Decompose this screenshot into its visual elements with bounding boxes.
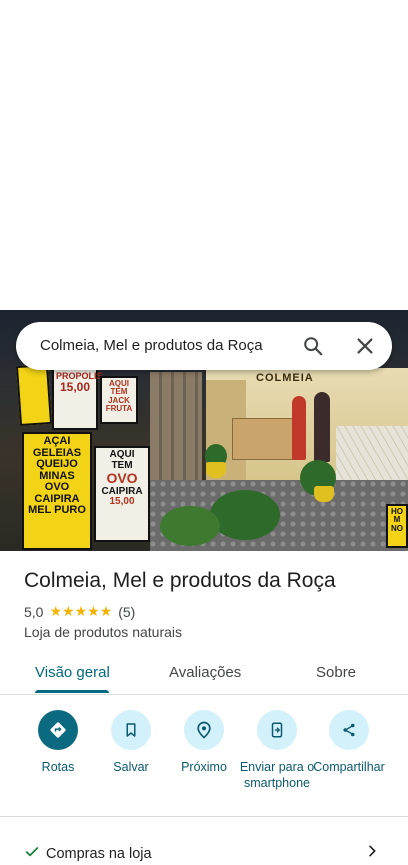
nearby-icon — [184, 710, 224, 750]
share-button[interactable]: Compartilhar — [309, 710, 389, 775]
active-tab-indicator — [35, 690, 109, 693]
directions-label: Rotas — [41, 760, 75, 774]
share-icon — [329, 710, 369, 750]
review-count[interactable]: (5) — [118, 604, 135, 620]
plant — [210, 490, 280, 540]
sign-propolis: PROPOLIS 15,00 — [52, 368, 103, 430]
tabs-divider — [0, 694, 408, 695]
bookmark-icon — [111, 710, 151, 750]
sign-jack: AQUI TEM JACK FRUTA — [100, 376, 138, 424]
flower-pot — [314, 486, 334, 502]
sign-bee — [15, 363, 53, 427]
close-icon[interactable] — [354, 335, 376, 357]
actions-divider — [0, 816, 408, 817]
send-to-phone-button[interactable]: Enviar para o smartphone — [237, 710, 317, 791]
place-title: Colmeia, Mel e produtos da Roça — [24, 569, 336, 592]
rating-row[interactable]: 5,0 ★★★★★ (5) — [24, 603, 135, 620]
plant — [160, 506, 220, 546]
search-input[interactable]: Colmeia, Mel e produtos da Roça — [40, 337, 263, 354]
shop-counter — [232, 418, 296, 460]
check-icon — [24, 844, 40, 864]
send-to-phone-label: Enviar para o smartphone — [239, 760, 315, 790]
star-rating-icon: ★★★★★ — [49, 603, 113, 619]
person — [314, 392, 330, 462]
search-bar[interactable]: Colmeia, Mel e produtos da Roça — [16, 322, 392, 370]
directions-icon — [38, 710, 78, 750]
sign-corner: HO M NO — [386, 504, 408, 548]
send-to-phone-icon — [257, 710, 297, 750]
tab-overview[interactable]: Visão geral — [35, 664, 110, 681]
share-label: Compartilhar — [313, 760, 385, 774]
place-category[interactable]: Loja de produtos naturais — [24, 624, 182, 640]
tab-reviews[interactable]: Avaliações — [169, 664, 241, 681]
save-button[interactable]: Salvar — [91, 710, 171, 775]
shop-name-sign: COLMEIA — [256, 372, 314, 384]
sign-eggs: AQUI TEM OVO CAIPIRA 15,00 — [94, 446, 150, 542]
rating-value: 5,0 — [24, 603, 44, 620]
hexagon-wall — [336, 426, 408, 480]
sign-acai: AÇAI GELEIAS QUEIJO MINAS OVO CAIPIRA MEL PUR… — [22, 432, 92, 550]
tab-about[interactable]: Sobre — [316, 664, 356, 681]
amenity-in-store-shopping[interactable]: Compras na loja — [24, 844, 152, 864]
flower-pot — [206, 462, 226, 478]
chevron-right-icon[interactable] — [364, 842, 380, 860]
nearby-button[interactable]: Próximo — [164, 710, 244, 775]
save-label: Salvar — [113, 760, 149, 774]
amenity-label: Compras na loja — [46, 846, 152, 862]
directions-button[interactable]: Rotas — [18, 710, 98, 775]
person — [292, 396, 306, 460]
nearby-label: Próximo — [181, 760, 227, 774]
search-icon[interactable] — [302, 335, 324, 357]
